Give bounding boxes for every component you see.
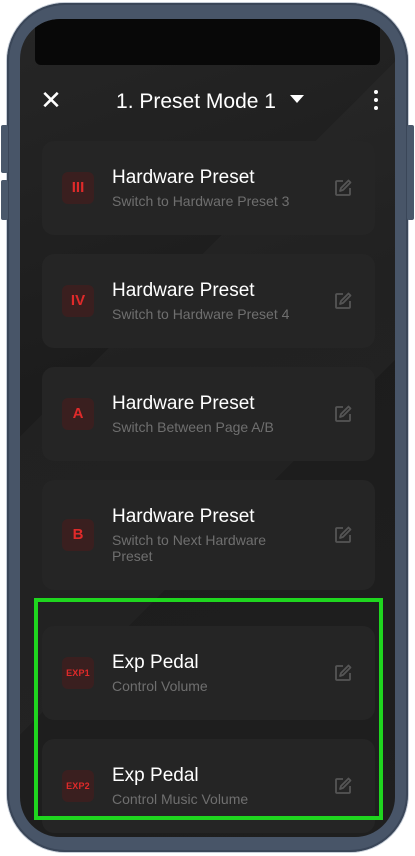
more-vertical-icon[interactable] [369,87,383,113]
edit-icon[interactable] [333,525,353,545]
preset-badge: B [62,519,94,551]
list-item[interactable]: III Hardware Preset Switch to Hardware P… [42,141,375,235]
edit-icon[interactable] [333,291,353,311]
item-subtitle: Control Music Volume [112,791,249,807]
edit-icon[interactable] [333,776,353,796]
volume-up-button [1,125,8,173]
edit-icon[interactable] [333,178,353,198]
power-button [407,125,414,220]
page-title: 1. Preset Mode 1 [116,90,276,113]
item-title: Hardware Preset [112,167,255,188]
list-item[interactable]: EXP2 Exp Pedal Control Music Volume [42,739,375,833]
item-subtitle: Control Volume [112,678,208,694]
preset-badge: IV [62,285,94,317]
item-title: Hardware Preset [112,280,255,301]
item-title: Hardware Preset [112,506,255,527]
preset-badge: EXP2 [62,770,94,802]
preset-mode-dropdown[interactable]: 1. Preset Mode 1 [100,87,320,117]
app-screen: ✕ 1. Preset Mode 1 III Hardware Preset S… [20,19,395,837]
list-item[interactable]: A Hardware Preset Switch Between Page A/… [42,367,375,461]
edit-icon[interactable] [333,404,353,424]
list-item[interactable]: EXP1 Exp Pedal Control Volume [42,626,375,720]
item-title: Exp Pedal [112,765,199,786]
item-subtitle: Switch to Next Hardware Preset [112,532,267,564]
app-header: ✕ 1. Preset Mode 1 [20,79,395,129]
item-subtitle: Switch to Hardware Preset 4 [112,306,290,322]
preset-badge: III [62,172,94,204]
preset-badge: EXP1 [62,657,94,689]
item-title: Exp Pedal [112,652,199,673]
close-icon[interactable]: ✕ [38,87,64,113]
preset-badge: A [62,398,94,430]
item-subtitle: Switch Between Page A/B [112,419,274,435]
caret-down-icon [289,95,304,104]
status-bar [35,19,380,65]
edit-icon[interactable] [333,663,353,683]
item-title: Hardware Preset [112,393,255,414]
list-item[interactable]: IV Hardware Preset Switch to Hardware Pr… [42,254,375,348]
list-item[interactable]: B Hardware Preset Switch to Next Hardwar… [42,480,375,590]
volume-down-button [1,180,8,220]
item-subtitle: Switch to Hardware Preset 3 [112,193,290,209]
